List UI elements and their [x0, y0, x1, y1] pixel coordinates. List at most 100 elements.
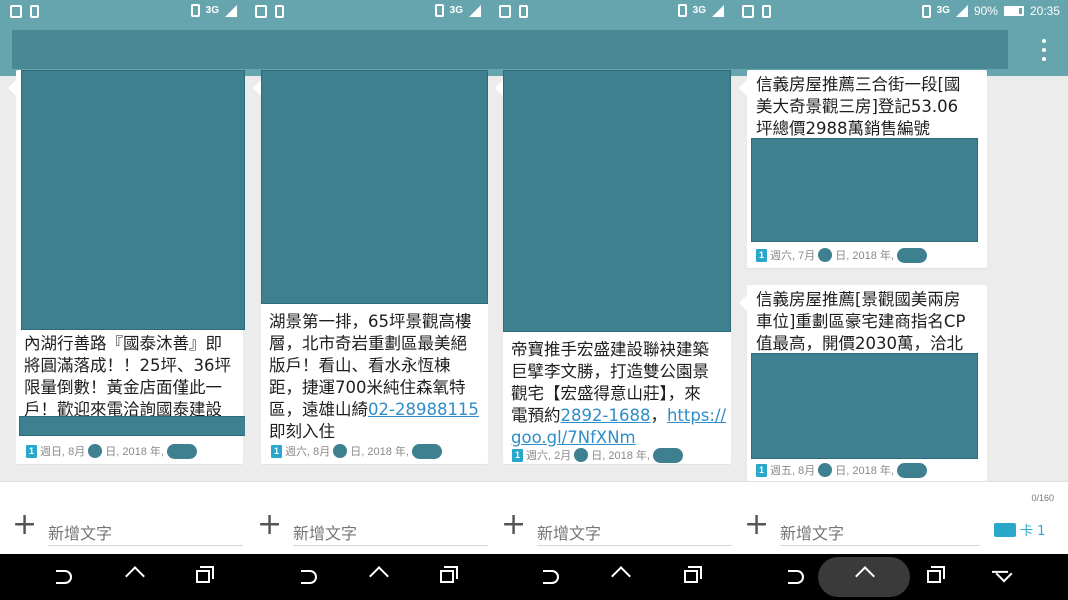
recent-apps-icon[interactable]: [440, 566, 458, 583]
message-input[interactable]: [537, 522, 732, 546]
add-attachment-icon[interactable]: +: [501, 510, 526, 540]
navigation-bar: [245, 554, 489, 600]
message-text: 信義房屋推薦三合街一段[國 美大奇景觀三房]登記53.06 坪總價2988萬銷售…: [756, 75, 961, 138]
signal-icon: [469, 4, 481, 17]
sim-card-icon: [255, 5, 267, 18]
redacted-image: [261, 70, 488, 304]
signal-icon: [955, 5, 968, 17]
home-icon[interactable]: [611, 566, 631, 586]
sim-1-icon: 1: [756, 248, 767, 262]
navigation-bar: [0, 554, 245, 600]
url-link[interactable]: https://: [667, 406, 726, 425]
redacted-date: [574, 448, 589, 462]
message-bubble[interactable]: 帝寶推手宏盛建設聯袂建築 巨擘李文勝，打造雙公園景 觀宅【宏盛得意山莊】，來 電…: [495, 70, 731, 464]
hide-keyboard-icon[interactable]: [995, 565, 1013, 583]
redacted-date: [88, 444, 103, 458]
message-input[interactable]: [293, 522, 488, 546]
phone-link[interactable]: 2892-1688: [561, 406, 651, 425]
redacted-conversation-title: [489, 30, 732, 69]
network-type: 3G: [936, 5, 950, 16]
sim-1-icon: 1: [756, 463, 767, 477]
message-text: 湖景第一排，65坪景觀高樓 層，北市奇岩重劃區最美絕 版戶！看山、看水永恆棟 距…: [269, 312, 479, 441]
redacted-image: [751, 353, 978, 459]
redacted-time: [896, 462, 927, 478]
screen-panel-2: 3G 湖景第一排，65坪景觀高樓 層，北市奇岩重劃區最美絕 版戶！看山、看水永恆…: [245, 0, 489, 600]
redacted-text: [19, 416, 245, 436]
message-meta: 1 週六, 2月 日, 2018 年,: [512, 447, 683, 463]
phone-icon: [30, 5, 39, 18]
back-icon[interactable]: [788, 570, 804, 584]
add-attachment-icon[interactable]: +: [744, 510, 769, 540]
vibrate-icon: [677, 4, 687, 17]
more-options-icon[interactable]: [1042, 39, 1048, 61]
character-counter: 0/160: [1031, 493, 1054, 503]
message-input[interactable]: [780, 522, 980, 546]
redacted-image: [503, 70, 731, 332]
redacted-date: [818, 463, 833, 477]
recent-apps-icon[interactable]: [684, 566, 702, 583]
screen-panel-3: 3G 帝寶推手宏盛建設聯袂建築 巨擘李文勝，打造雙公園景 觀宅【宏盛得意山莊】，…: [489, 0, 732, 600]
recent-apps-icon[interactable]: [927, 566, 945, 583]
message-meta: 1 週五, 8月 日, 2018 年,: [756, 462, 927, 478]
app-bar: [245, 24, 489, 76]
redacted-time: [166, 443, 197, 459]
status-bar: 3G 90% 20:35: [732, 0, 1068, 24]
status-bar: 3G: [245, 0, 489, 24]
redacted-date: [333, 444, 348, 458]
message-bubble[interactable]: 內湖行善路『國泰沐善』即 將圓滿落成！！25坪、36坪 限量倒數！黃金店面僅此一…: [8, 70, 245, 464]
add-attachment-icon[interactable]: +: [257, 510, 282, 540]
compose-bar: +: [489, 481, 732, 554]
message-text: 內湖行善路『國泰沐善』即 將圓滿落成！！25坪、36坪 限量倒數！黃金店面僅此一…: [24, 334, 231, 419]
sim-1-icon: 1: [512, 448, 523, 462]
status-bar: 3G: [0, 0, 245, 24]
message-bubble[interactable]: 信義房屋推薦三合街一段[國 美大奇景觀三房]登記53.06 坪總價2988萬銷售…: [739, 70, 987, 268]
vibrate-icon: [190, 4, 200, 17]
app-bar: [0, 24, 245, 76]
redacted-time: [652, 447, 683, 463]
navigation-bar: [732, 554, 1068, 600]
message-bubble[interactable]: 湖景第一排，65坪景觀高樓 層，北市奇岩重劃區最美絕 版戶！看山、看水永恆棟 距…: [253, 70, 488, 464]
sim-card-icon: [499, 5, 511, 18]
message-meta: 1 週六, 8月 日, 2018 年,: [271, 443, 442, 459]
redacted-date: [818, 248, 833, 262]
compose-bar: +: [245, 481, 489, 554]
vibrate-icon: [921, 4, 931, 18]
home-icon[interactable]: [125, 566, 145, 586]
vibrate-icon: [434, 4, 444, 17]
app-bar: [489, 24, 732, 76]
redacted-time: [896, 247, 927, 263]
sim-1-icon: 1: [26, 444, 37, 458]
sim-1-icon: 1: [271, 444, 282, 458]
network-type: 3G: [205, 4, 219, 16]
message-meta: 1 週日, 8月 日, 2018 年,: [26, 443, 197, 459]
back-icon[interactable]: [301, 570, 317, 584]
redacted-time: [411, 443, 442, 459]
sim-card-icon: [742, 5, 754, 18]
network-type: 3G: [692, 4, 706, 16]
redacted-image: [21, 70, 245, 330]
send-sim-1-button[interactable]: 卡 1: [994, 520, 1045, 539]
send-icon: [994, 522, 1016, 537]
add-attachment-icon[interactable]: +: [12, 510, 37, 540]
sim-card-icon: [10, 5, 22, 18]
phone-icon: [519, 5, 528, 18]
battery-percent: 90%: [973, 4, 998, 18]
clock: 20:35: [1029, 4, 1060, 18]
home-icon[interactable]: [369, 566, 389, 586]
app-bar: [732, 24, 1068, 76]
signal-icon: [225, 4, 237, 17]
url-link[interactable]: goo.gl/7NfXNm: [511, 428, 636, 447]
phone-icon: [762, 5, 771, 18]
back-icon[interactable]: [543, 570, 559, 584]
message-bubble[interactable]: 信義房屋推薦[景觀國美兩房 車位]重劃區豪宅建商指名CP 值最高，開價2030萬…: [739, 285, 987, 481]
compose-bar: 0/160 + 卡 1: [732, 481, 1068, 554]
message-input[interactable]: [48, 522, 243, 546]
message-text: 帝寶推手宏盛建設聯袂建築 巨擘李文勝，打造雙公園景 觀宅【宏盛得意山莊】，來 電…: [511, 340, 727, 447]
screen-panel-1: 3G 內湖行善路『國泰沐善』即 將圓滿落成！！25坪、36坪 限量倒數！黃金店面…: [0, 0, 245, 600]
status-bar: 3G: [489, 0, 732, 24]
phone-link[interactable]: 02-28988115: [368, 400, 479, 419]
recent-apps-icon[interactable]: [196, 566, 214, 583]
network-type: 3G: [449, 4, 463, 16]
redacted-conversation-title: [12, 30, 245, 69]
back-icon[interactable]: [56, 570, 72, 584]
